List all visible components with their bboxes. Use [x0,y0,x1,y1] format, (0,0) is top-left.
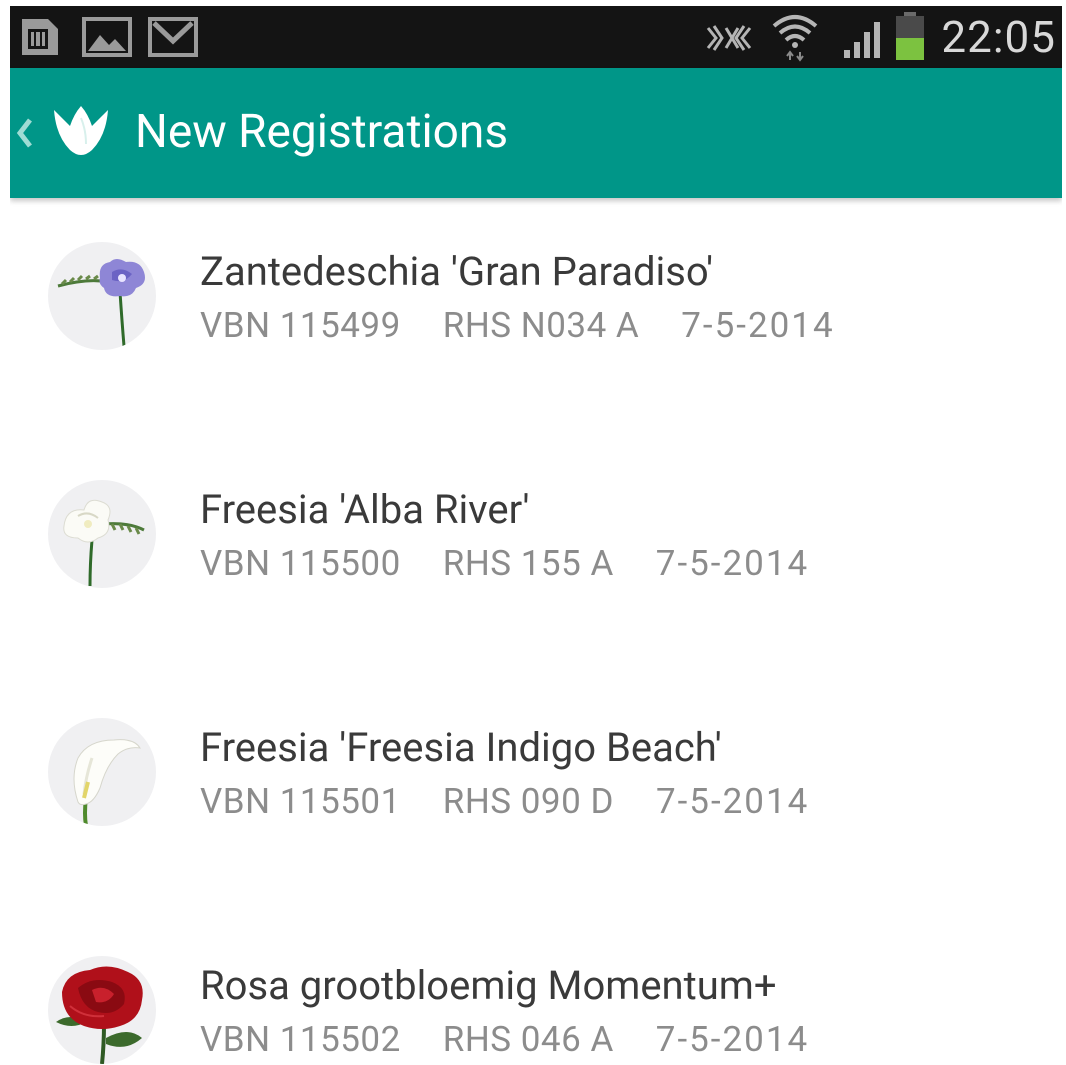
rhs-code: RHS 155 A [442,543,614,584]
vbn-code: VBN 115499 [200,305,401,346]
vbn-code: VBN 115501 [200,781,401,822]
item-title: Rosa grootbloemig Momentum+ [200,962,777,1009]
status-bar: 22:05 [10,6,1062,68]
item-meta: VBN 115499 RHS N034 A 7-5-2014 [200,304,835,348]
white-calla-thumbnail [48,718,156,826]
rhs-code: RHS 090 D [442,781,614,822]
item-meta: VBN 115501 RHS 090 D 7-5-2014 [200,780,809,824]
rhs-code: RHS N034 A [442,305,640,346]
wifi-icon [770,12,820,66]
action-bar: New Registrations [10,68,1062,198]
list-item[interactable]: Freesia 'Freesia Indigo Beach' VBN 11550… [10,674,1062,834]
vbn-code: VBN 115502 [200,1019,401,1060]
item-title: Zantedeschia 'Gran Paradiso' [200,248,714,295]
red-rose-thumbnail [48,956,156,1064]
back-chevron-icon[interactable] [14,116,36,150]
item-meta: VBN 115502 RHS 046 A 7-5-2014 [200,1018,809,1062]
battery-icon [894,12,926,64]
sim-card-icon [18,17,62,61]
app-screen: 22:05 New Registrations Zantedeschia 'Gr… [10,6,1062,1065]
signal-icon [842,18,886,64]
gmail-icon [148,17,198,61]
purple-freesia-thumbnail [48,242,156,350]
white-freesia-thumbnail [48,480,156,588]
registration-date: 7-5-2014 [655,781,810,822]
list-item[interactable]: Rosa grootbloemig Momentum+ VBN 115502 RH… [10,912,1062,1065]
battery-level [896,38,924,60]
rhs-code: RHS 046 A [442,1019,614,1060]
registration-date: 7-5-2014 [681,305,835,346]
gallery-icon [82,17,132,61]
nfc-icon [704,22,754,58]
page-title: New Registrations [135,105,509,159]
registration-date: 7-5-2014 [655,1019,810,1060]
status-time: 22:05 [941,11,1056,63]
list-item[interactable]: Freesia 'Alba River' VBN 115500 RHS 155 A… [10,436,1062,596]
item-title: Freesia 'Alba River' [200,486,530,533]
list-item[interactable]: Zantedeschia 'Gran Paradiso' VBN 115499 R… [10,198,1062,358]
vbn-code: VBN 115500 [200,543,401,584]
tulip-logo-icon[interactable] [52,104,110,164]
item-title: Freesia 'Freesia Indigo Beach' [200,724,722,771]
registration-date: 7-5-2014 [655,543,810,584]
item-meta: VBN 115500 RHS 155 A 7-5-2014 [200,542,809,586]
